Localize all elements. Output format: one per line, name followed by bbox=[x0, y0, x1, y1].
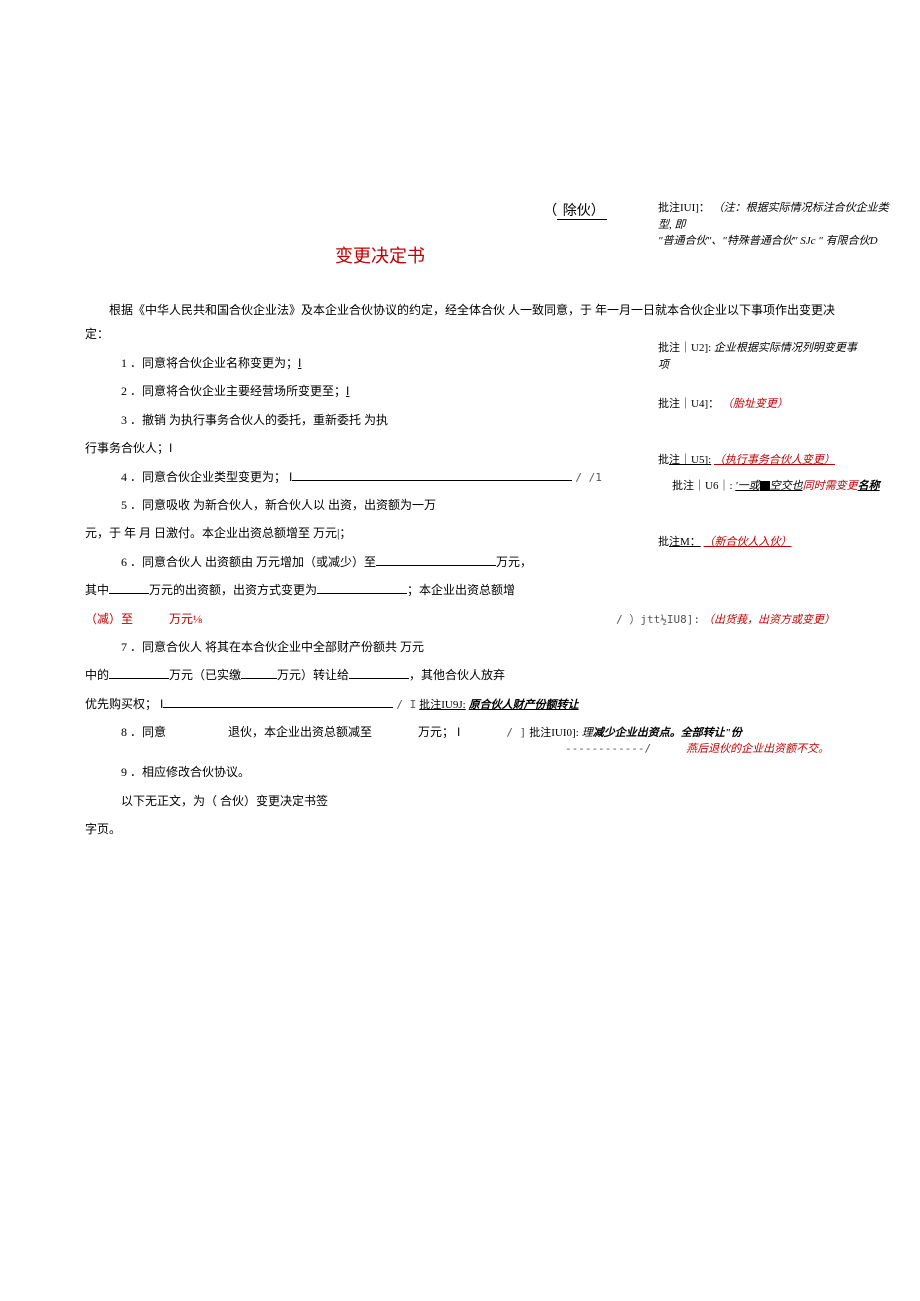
removal-label: （ 除伙） bbox=[543, 200, 607, 220]
blank-underline bbox=[349, 667, 409, 679]
item-text-red: （减）至 bbox=[85, 612, 133, 626]
item-3: 3 ．撤销 为执行事务合伙人的委托，重新委托 为执 bbox=[85, 407, 835, 433]
item-4: 4 ．同意合伙企业类型变更为； I / /1 bbox=[85, 464, 835, 490]
item-6-cont: 其中 万元的出资额，出资方式变更为 ；本企业出资总额增 bbox=[85, 577, 835, 603]
item-text: 9 ．相应修改合伙协议。 bbox=[121, 765, 250, 779]
connector-line: ------------/ bbox=[565, 742, 651, 755]
tail-marker: I bbox=[457, 725, 460, 739]
removal-text: 除伙） bbox=[557, 204, 607, 220]
blank-underline bbox=[376, 554, 496, 566]
annotation-u8-text: （出货莪，出资方或变更） bbox=[703, 614, 835, 626]
annotation-u9-label: 批注IU9J: bbox=[419, 699, 465, 711]
item-text: 万元的出资额，出资方式变更为 bbox=[149, 583, 317, 597]
item-2: 2 ．同意将合伙企业主要经营场所变更至；I bbox=[85, 378, 835, 404]
item-6-red: （减）至 万元⅛ / ）jtt½IU8]: （出货莪，出资方或变更） bbox=[85, 606, 835, 632]
item-text: |； bbox=[337, 526, 351, 540]
item-text: 优先购买权； bbox=[85, 697, 157, 711]
item-8: 8 ．同意 退伙，本企业出资总额减至 万元； I / ] 批注IUI0]: 理减… bbox=[85, 719, 835, 745]
blank-underline bbox=[109, 667, 169, 679]
annotation-u10-line2: 燕后退伙的企业出资额不交。 bbox=[686, 743, 829, 755]
document-page: （ 除伙） 变更决定书 根据《中华人民共和国合伙企业法》及本企业合伙协议的约定，… bbox=[85, 200, 835, 845]
blank-underline bbox=[317, 582, 407, 594]
item-text: 元，于 年 月 日激付。本企业出资总额增至 万元 bbox=[85, 526, 337, 540]
item-9: 9 ．相应修改合伙协议。 bbox=[85, 759, 835, 785]
item-1: 1 ．同意将合伙企业名称变更为；I bbox=[85, 350, 835, 376]
connector: / ] bbox=[506, 726, 526, 739]
item-5-cont: 元，于 年 月 日激付。本企业出资总额增至 万元|； bbox=[85, 520, 835, 546]
item-3-cont: 行事务合伙人；I bbox=[85, 435, 835, 461]
closing-a: 以下无正文，为（ 合伙）变更决定书签 bbox=[85, 788, 835, 814]
connector: / /1 bbox=[575, 471, 602, 484]
closing-text: 字页。 bbox=[85, 822, 121, 836]
item-text: 万元（已实缴 bbox=[169, 668, 241, 682]
item-text: 7 ．同意合伙人 将其在本合伙企业中全部财产份额共 万元 bbox=[121, 640, 424, 654]
item-7: 7 ．同意合伙人 将其在本合伙企业中全部财产份额共 万元 bbox=[85, 634, 835, 660]
tail-marker: I bbox=[298, 356, 301, 370]
tail-marker: I bbox=[346, 384, 349, 398]
item-text: 5 ．同意吸收 为新合伙人，新合伙人以 出资，出资额为一万 bbox=[121, 498, 436, 512]
item-text: 万元）转让给 bbox=[277, 668, 349, 682]
item-text: ；本企业出资总额增 bbox=[407, 583, 515, 597]
intro-paragraph: 根据《中华人民共和国合伙企业法》及本企业合伙协议的约定，经全体合伙 人一致同意，… bbox=[85, 298, 835, 346]
tail-marker: I bbox=[169, 441, 172, 455]
item-7-cont: 中的 万元（已实缴 万元）转让给 ，其他合伙人放弃 bbox=[85, 662, 835, 688]
item-5: 5 ．同意吸收 为新合伙人，新合伙人以 出资，出资额为一万 bbox=[85, 492, 835, 518]
item-text-red: 万元⅛ bbox=[169, 612, 202, 626]
item-text: 1 ．同意将合伙企业名称变更为； bbox=[121, 356, 298, 370]
item-text: 中的 bbox=[85, 668, 109, 682]
annotation-text: 名称 bbox=[858, 480, 880, 492]
item-text: ，其他合伙人放弃 bbox=[409, 668, 505, 682]
item-text: 8 ．同意 bbox=[121, 725, 166, 739]
item-text: 万元， bbox=[496, 555, 532, 569]
item-text: 行事务合伙人； bbox=[85, 441, 169, 455]
header-line: （ 除伙） bbox=[85, 200, 835, 220]
document-title: 变更决定书 bbox=[85, 242, 835, 268]
item-6: 6 ．同意合伙人 出资额由 万元增加（或减少）至 万元， bbox=[85, 549, 835, 575]
item-text: 退伙，本企业出资总额减至 bbox=[228, 725, 372, 739]
blank-underline bbox=[109, 582, 149, 594]
annotation-u9-text: 原合伙人财产份额转让 bbox=[469, 699, 579, 711]
item-text: 其中 bbox=[85, 583, 109, 597]
item-text: 万元； bbox=[418, 725, 454, 739]
closing-b: 字页。 bbox=[85, 816, 835, 842]
blank-underline bbox=[163, 696, 393, 708]
item-text: 4 ．同意合伙企业类型变更为； bbox=[121, 470, 286, 484]
item-text: 2 ．同意将合伙企业主要经营场所变更至； bbox=[121, 384, 346, 398]
blank-underline bbox=[241, 667, 277, 679]
blank-underline bbox=[292, 469, 572, 481]
paren-open: （ bbox=[543, 204, 557, 219]
annotation-u8-label: / ）jtt½IU8]: bbox=[616, 613, 700, 626]
item-7-cont2: 优先购买权； I / I 批注IU9J: 原合伙人财产份额转让 bbox=[85, 691, 835, 717]
item-text: 3 ．撤销 为执行事务合伙人的委托，重新委托 为执 bbox=[121, 413, 388, 427]
connector: / I bbox=[396, 698, 416, 711]
closing-text: 以下无正文，为（ 合伙）变更决定书签 bbox=[121, 794, 328, 808]
item-text: 6 ．同意合伙人 出资额由 万元增加（或减少）至 bbox=[121, 555, 376, 569]
